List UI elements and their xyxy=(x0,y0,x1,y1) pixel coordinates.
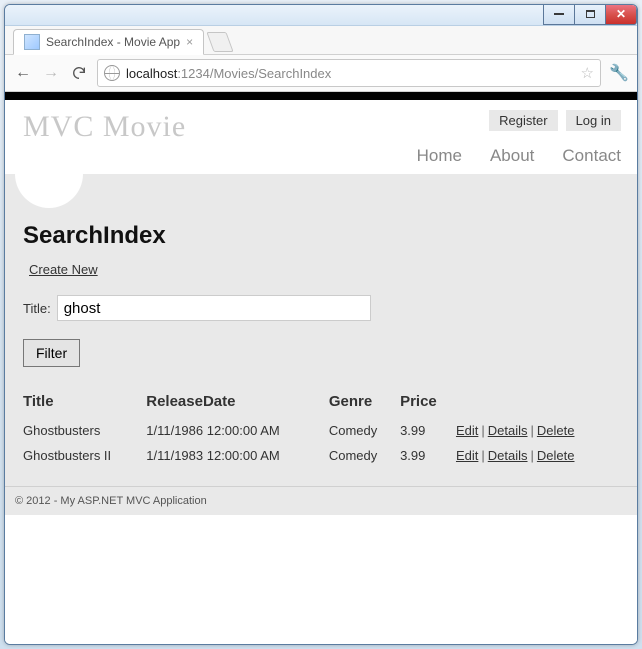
reload-button[interactable] xyxy=(69,63,89,83)
browser-toolbar: ← → localhost:1234/Movies/SearchIndex ☆ … xyxy=(5,55,637,92)
movies-table: Title ReleaseDate Genre Price Ghostbuste… xyxy=(23,389,619,468)
window-maximize-button[interactable] xyxy=(575,4,606,25)
col-release: ReleaseDate xyxy=(146,389,329,418)
nav-home[interactable]: Home xyxy=(417,146,462,166)
back-button[interactable]: ← xyxy=(13,63,33,83)
title-search-input[interactable] xyxy=(57,295,371,321)
cell-price: 3.99 xyxy=(400,443,456,468)
search-label: Title: xyxy=(23,301,51,316)
cell-release: 1/11/1986 12:00:00 AM xyxy=(146,418,329,443)
tab-favicon xyxy=(24,34,40,50)
cell-genre: Comedy xyxy=(329,418,400,443)
site-header: MVC Movie Register Log in Home About Con… xyxy=(5,100,637,174)
cell-title: Ghostbusters II xyxy=(23,443,146,468)
cell-release: 1/11/1983 12:00:00 AM xyxy=(146,443,329,468)
filter-button[interactable]: Filter xyxy=(23,339,80,367)
page-body: MVC Movie Register Log in Home About Con… xyxy=(5,100,637,644)
browser-window: SearchIndex - Movie App × ← → localhost:… xyxy=(4,4,638,645)
tab-close-icon[interactable]: × xyxy=(186,35,193,49)
browser-tab[interactable]: SearchIndex - Movie App × xyxy=(13,29,204,55)
site-footer: © 2012 - My ASP.NET MVC Application xyxy=(5,486,637,515)
col-title: Title xyxy=(23,389,146,418)
main-content: SearchIndex Create New Title: Filter Tit… xyxy=(5,174,637,486)
cell-actions: Edit|Details|Delete xyxy=(456,418,619,443)
window-minimize-button[interactable] xyxy=(543,4,575,25)
table-row: Ghostbusters II1/11/1983 12:00:00 AMCome… xyxy=(23,443,619,468)
nav-contact[interactable]: Contact xyxy=(562,146,621,166)
decorative-circle xyxy=(15,140,83,208)
details-link[interactable]: Details xyxy=(488,448,528,463)
browser-tabstrip: SearchIndex - Movie App × xyxy=(5,26,637,55)
nav-about[interactable]: About xyxy=(490,146,534,166)
forward-button[interactable]: → xyxy=(41,63,61,83)
table-row: Ghostbusters1/11/1986 12:00:00 AMComedy3… xyxy=(23,418,619,443)
bookmark-star-icon[interactable]: ☆ xyxy=(581,64,594,82)
settings-wrench-icon[interactable]: 🔧 xyxy=(609,63,629,83)
cell-genre: Comedy xyxy=(329,443,400,468)
address-bar[interactable]: localhost:1234/Movies/SearchIndex ☆ xyxy=(97,59,601,87)
globe-icon xyxy=(104,65,120,81)
cell-title: Ghostbusters xyxy=(23,418,146,443)
col-genre: Genre xyxy=(329,389,400,418)
edit-link[interactable]: Edit xyxy=(456,423,478,438)
new-tab-button[interactable] xyxy=(206,32,233,52)
delete-link[interactable]: Delete xyxy=(537,448,575,463)
cell-actions: Edit|Details|Delete xyxy=(456,443,619,468)
login-link[interactable]: Log in xyxy=(566,110,621,131)
window-close-button[interactable] xyxy=(606,4,637,25)
tab-title: SearchIndex - Movie App xyxy=(46,35,180,49)
content-whitespace xyxy=(5,515,637,644)
url-text: localhost:1234/Movies/SearchIndex xyxy=(126,66,331,81)
register-link[interactable]: Register xyxy=(489,110,557,131)
page-title: SearchIndex xyxy=(23,222,619,250)
col-price: Price xyxy=(400,389,456,418)
details-link[interactable]: Details xyxy=(488,423,528,438)
window-titlebar xyxy=(5,5,637,26)
cell-price: 3.99 xyxy=(400,418,456,443)
delete-link[interactable]: Delete xyxy=(537,423,575,438)
create-new-link[interactable]: Create New xyxy=(29,262,98,277)
decorative-strip xyxy=(5,92,637,100)
edit-link[interactable]: Edit xyxy=(456,448,478,463)
